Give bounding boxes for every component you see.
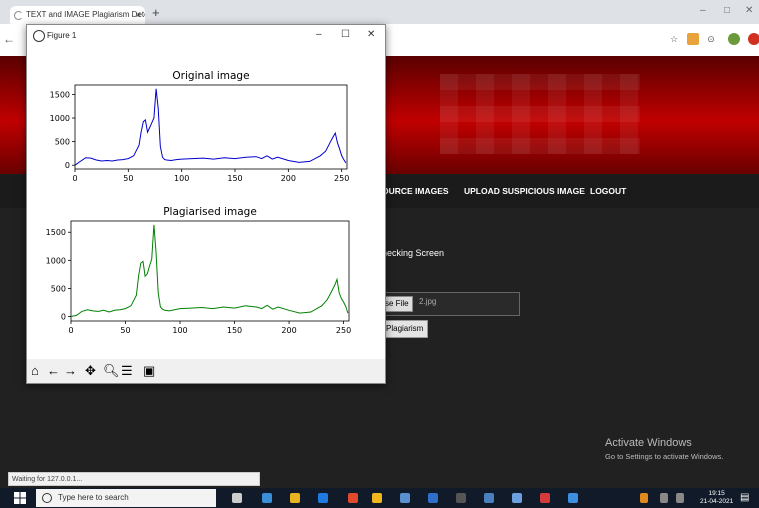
file-name: 2.jpg	[419, 297, 437, 306]
browser-maximize-button[interactable]: □	[724, 5, 730, 16]
x-tick-label: 150	[227, 174, 242, 183]
taskbar-search-box[interactable]: Type here to search	[36, 489, 216, 507]
extension-icon[interactable]	[687, 33, 699, 45]
x-tick-label: 200	[281, 326, 296, 335]
nav-logout[interactable]: LOGOUT	[590, 186, 626, 196]
notification-icon[interactable]: ▤	[740, 492, 749, 503]
tab-close-button[interactable]: ×	[136, 6, 141, 24]
python-icon[interactable]	[568, 493, 578, 503]
volume-icon[interactable]	[676, 493, 684, 503]
file-explorer-icon[interactable]	[290, 493, 300, 503]
pan-icon[interactable]: ✥	[85, 363, 96, 379]
save-icon[interactable]: ▣	[143, 363, 155, 379]
chrome-icon[interactable]	[372, 493, 382, 503]
taskbar-clock[interactable]: 19:15 21-04-2021	[700, 490, 733, 506]
series-line	[70, 224, 349, 317]
plot-frame	[70, 220, 350, 322]
nav-source-images[interactable]: OURCE IMAGES	[382, 186, 449, 196]
figure-title-bar: Figure 1 – ☐ ✕	[27, 25, 385, 47]
zoom-icon[interactable]: 🔍︎	[103, 363, 120, 379]
home-icon[interactable]: ⌂	[31, 363, 39, 379]
x-tick-label: 250	[336, 326, 351, 335]
y-tick-label: 500	[55, 138, 70, 147]
plot-frame	[74, 84, 348, 170]
activate-windows-watermark: Activate Windows Go to Settings to activ…	[605, 437, 723, 461]
star-icon[interactable]: ☆	[668, 33, 680, 45]
figure-maximize-button[interactable]: ☐	[341, 29, 350, 40]
x-tick-label: 50	[120, 326, 130, 335]
windows-start-icon[interactable]	[14, 492, 26, 504]
x-tick-label: 0	[68, 326, 73, 335]
app-icon-1[interactable]	[348, 493, 358, 503]
profile-icon[interactable]	[728, 33, 740, 45]
app-icon-4[interactable]	[512, 493, 522, 503]
app-icon-3[interactable]	[484, 493, 494, 503]
browser-close-button[interactable]: ✕	[745, 5, 753, 16]
x-tick-label: 200	[281, 174, 296, 183]
extension-search-icon[interactable]: ⊙	[705, 33, 717, 45]
x-tick-label: 250	[334, 174, 349, 183]
y-tick-label: 0	[61, 313, 66, 322]
figure-title: Figure 1	[47, 31, 77, 40]
x-tick-label: 0	[72, 174, 77, 183]
check-plagiarism-button[interactable]: Plagiarism	[381, 320, 429, 338]
figure-window: Figure 1 – ☐ ✕ Original image 0 50 100 150 20…	[26, 24, 386, 384]
loading-spinner-icon	[14, 11, 23, 20]
browser-minimize-button[interactable]: –	[700, 5, 706, 16]
x-tick-label: 150	[227, 326, 242, 335]
figure-minimize-button[interactable]: –	[316, 29, 322, 40]
matplotlib-icon	[33, 30, 45, 42]
search-placeholder: Type here to search	[58, 493, 129, 502]
activate-title: Activate Windows	[605, 437, 692, 449]
edge-icon[interactable]	[318, 493, 328, 503]
browser-back-icon[interactable]: ←	[3, 32, 15, 46]
x-tick-label: 100	[174, 174, 189, 183]
browser-status-bar: Waiting for 127.0.0.1...	[8, 472, 260, 486]
app-icon-5[interactable]	[540, 493, 550, 503]
plot-title: Plagiarised image	[163, 206, 257, 218]
browser-tab-strip: TEXT and IMAGE Plagiarism Dete × + – □ ✕	[0, 0, 759, 24]
windows-taskbar: Type here to search 19:15 21-04-2021 ▤	[0, 488, 759, 508]
y-tick-label: 1500	[50, 90, 70, 99]
cortana-icon	[42, 493, 52, 503]
y-tick-label: 0	[65, 161, 70, 170]
screen-title: hecking Screen	[382, 248, 445, 258]
x-tick-label: 50	[123, 174, 133, 183]
tray-icon[interactable]	[640, 493, 648, 503]
network-icon[interactable]	[660, 493, 668, 503]
figure-toolbar: ⌂ ← → ✥ 🔍︎ ☰ ▣	[27, 359, 385, 383]
nav-upload-suspicious-image[interactable]: UPLOAD SUSPICIOUS IMAGE	[464, 186, 585, 196]
word-icon[interactable]	[428, 493, 438, 503]
app-icon-2[interactable]	[400, 493, 410, 503]
y-tick-label: 1000	[46, 256, 66, 265]
histogram-plots: Original image0 50 100 150 200 25005001000150…	[46, 70, 352, 335]
figure-close-button[interactable]: ✕	[367, 29, 375, 40]
mic-icon[interactable]	[232, 493, 242, 503]
tab-title: TEXT and IMAGE Plagiarism Dete	[26, 10, 145, 19]
forward-arrow-icon[interactable]: →	[64, 363, 77, 379]
activate-subtitle: Go to Settings to activate Windows.	[605, 452, 724, 461]
configure-subplots-icon[interactable]: ☰	[121, 363, 133, 379]
y-tick-label: 500	[51, 284, 66, 293]
opera-icon[interactable]	[748, 33, 759, 45]
y-tick-label: 1000	[50, 114, 70, 123]
banner-pattern	[440, 74, 640, 154]
series-line	[74, 88, 347, 166]
browser-tab[interactable]: TEXT and IMAGE Plagiarism Dete ×	[10, 6, 145, 24]
clock-time: 19:15	[708, 490, 725, 497]
new-tab-button[interactable]: +	[152, 5, 160, 20]
back-arrow-icon[interactable]: ←	[47, 363, 60, 379]
terminal-icon[interactable]	[456, 493, 466, 503]
plot-title: Original image	[172, 70, 249, 82]
x-tick-label: 100	[172, 326, 187, 335]
clock-date: 21-04-2021	[700, 498, 734, 505]
y-tick-label: 1500	[46, 228, 66, 237]
task-view-icon[interactable]	[262, 493, 272, 503]
